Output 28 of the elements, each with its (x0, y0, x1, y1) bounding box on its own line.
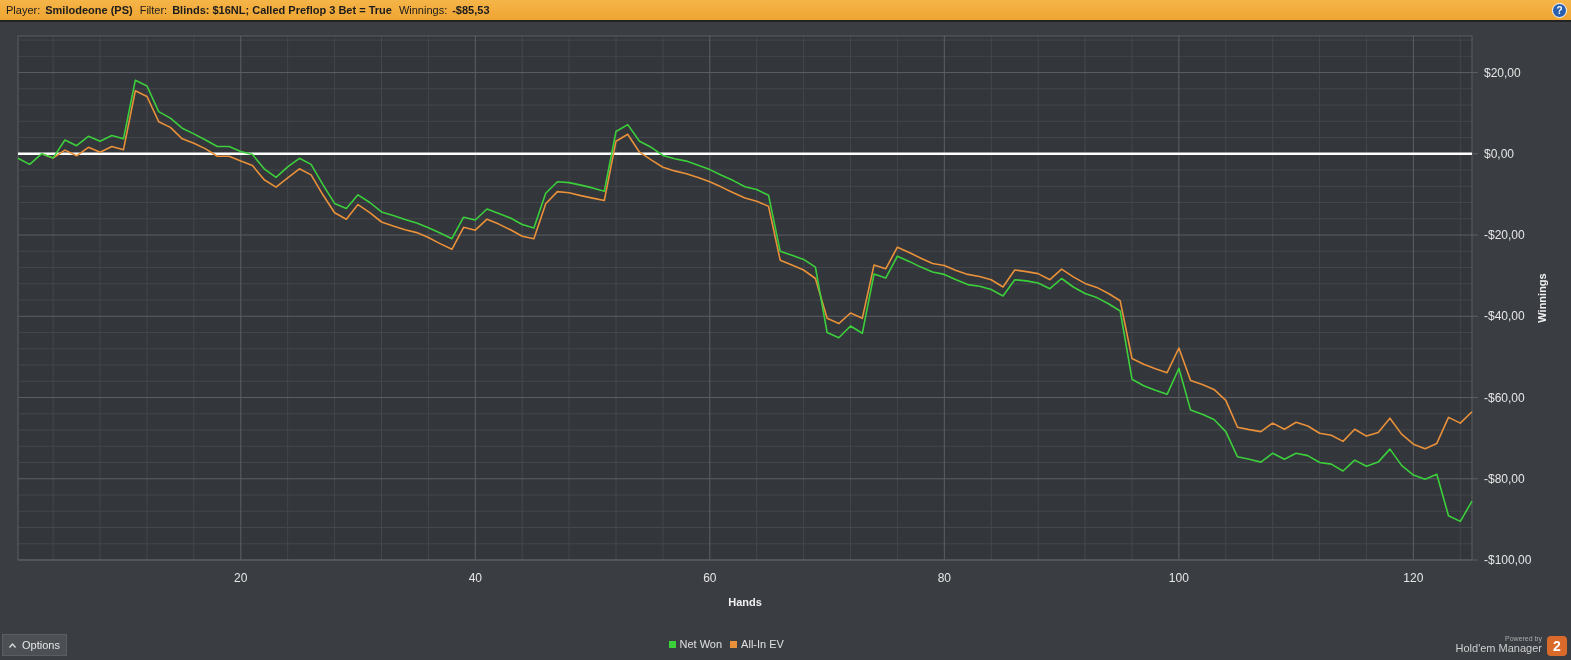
axis-tick-label: 40 (468, 571, 482, 585)
axis-tick-label: -$100,00 (1484, 553, 1532, 567)
caret-icon (9, 642, 16, 648)
axis-tick-label: $20,00 (1484, 65, 1521, 80)
axis-tick-label: 120 (1403, 571, 1424, 585)
options-button[interactable]: Options (2, 634, 67, 656)
axis-tick-label: -$60,00 (1484, 390, 1525, 405)
axis-tick-label: 60 (703, 571, 717, 585)
axis-tick-label: 80 (937, 571, 951, 585)
axis-tick-label: $0,00 (1484, 146, 1515, 161)
axis-tick-label: 20 (234, 571, 248, 585)
axis-tick-label: -$20,00 (1484, 228, 1525, 243)
axis-tick-label: 100 (1168, 571, 1189, 585)
field-label: Filter: (139, 4, 168, 16)
filter-value: Blinds: $16NL; Called Preflop 3 Bet = True (172, 4, 392, 16)
field-label: Player: (6, 4, 41, 16)
legend-label: Net Won (679, 638, 723, 650)
field-label: Winnings: (398, 4, 448, 16)
legend-label: All-In EV (741, 638, 784, 650)
axis-tick-label: -$40,00 (1484, 309, 1525, 324)
help-button[interactable]: ? (1552, 2, 1567, 18)
logo-badge: 2 (1547, 636, 1567, 656)
player-name: Smilodeone (PS) (45, 4, 133, 16)
axis-title: Hands (728, 596, 762, 608)
axis-title: Winnings (1536, 273, 1548, 323)
winnings-value: -$85,53 (452, 4, 490, 16)
product-name: Hold'em Manager (1455, 642, 1542, 654)
axis-tick-label: -$80,00 (1484, 471, 1525, 486)
